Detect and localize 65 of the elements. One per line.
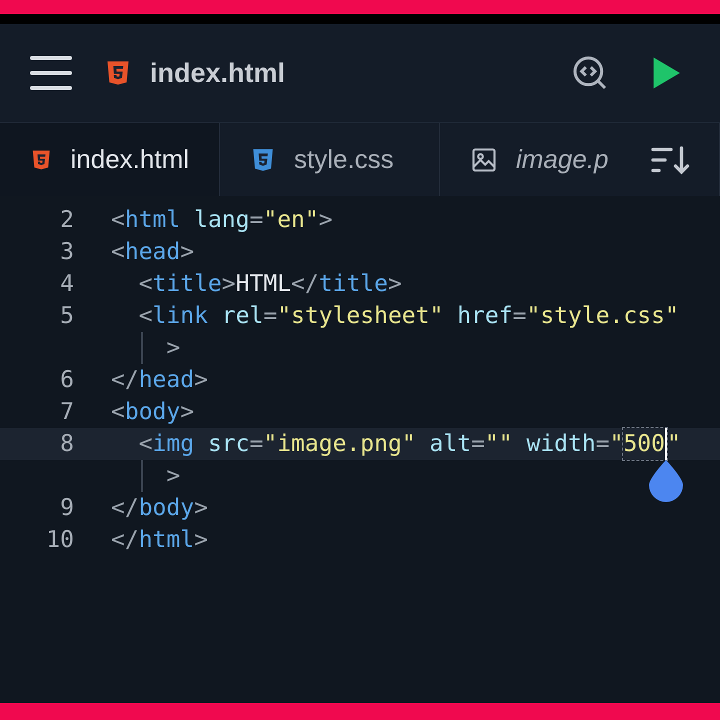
code-token: head [138,366,194,395]
code-token: "" [484,430,513,459]
code-token: > [165,462,180,491]
code-token: lang [193,206,250,235]
code-token: > [180,238,194,267]
code-token: </ [111,494,139,523]
code-token: img [152,430,194,459]
code-token: body [124,398,180,427]
code-token: html [138,526,194,555]
line-number: 2 [60,206,74,235]
image-icon [470,146,498,174]
code-token: </ [111,526,139,555]
code-token: > [194,526,208,555]
line-number: 10 [46,526,74,555]
code-token: > [318,206,333,235]
file-title: index.html [150,56,286,90]
code-token: < [138,430,153,459]
code-token: " [666,430,681,459]
code-token: rel [220,302,264,331]
code-token: < [138,270,153,299]
code-token: "image.png" [263,430,416,459]
code-token: > [180,398,194,427]
code-token: > [194,494,208,523]
code-token: < [138,302,153,331]
code-token: title [152,270,222,299]
code-token: > [165,334,180,363]
code-token: = [263,302,278,331]
line-number: 5 [60,302,74,331]
code-token: html [124,206,180,235]
line-number: 4 [60,270,74,299]
code-token: head [124,238,180,267]
code-token: = [471,430,485,459]
code-token: HTML [236,270,292,299]
line-number: 8 [60,430,74,459]
code-token: = [596,430,610,459]
line-number: 9 [60,494,74,523]
code-token: "style.css" [526,302,679,331]
code-token: body [138,494,194,523]
cursor-handle-icon[interactable] [646,458,685,502]
code-token: < [111,238,125,267]
file-tab[interactable]: index.html [0,123,220,196]
code-token: > [194,366,208,395]
code-token: = [512,302,526,331]
code-token: " [610,430,624,459]
code-token: < [111,398,125,427]
code-token: title [318,270,388,299]
code-token: href [456,302,513,331]
line-number: 6 [60,366,74,395]
code-token: src [206,430,250,459]
code-token: "en" [263,206,319,235]
code-token: alt [428,430,472,459]
line-number: 3 [60,238,74,267]
line-number: 7 [60,398,74,427]
code-token: "stylesheet" [277,302,444,331]
code-token: > [222,270,236,299]
menu-button[interactable] [30,56,72,90]
code-token: link [152,302,208,331]
code-token: width [525,430,596,459]
code-token: < [111,206,125,235]
code-token: > [388,270,402,299]
code-token: 500 [623,428,667,460]
code-token: = [250,206,264,235]
code-token: </ [291,270,319,299]
code-token: </ [111,366,139,395]
code-token: = [249,430,264,459]
